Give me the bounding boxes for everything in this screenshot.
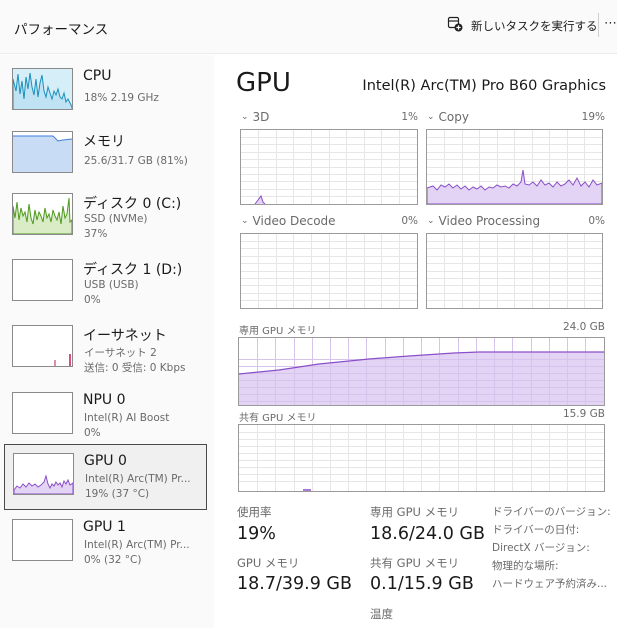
dedicated-memory-stat-value: 18.6/24.0 GB	[370, 524, 485, 544]
sidebar: CPU 18% 2.19 GHz メモリ 25.6/31.7 GB (81%) …	[0, 55, 214, 628]
sidebar-item-npu-0[interactable]: NPU 0 Intel(R) AI Boost 0%	[4, 384, 207, 450]
physical-location-label: 物理的な場所:	[492, 560, 559, 572]
new-task-icon	[447, 16, 463, 36]
sidebar-item-disk-1[interactable]: ディスク 1 (D:) USB (USB) 0%	[4, 251, 207, 317]
sidebar-item-detail: 0%	[84, 427, 101, 439]
new-task-label: 新しいタスクを実行する	[471, 19, 598, 33]
shared-memory-max: 15.9 GB	[562, 408, 605, 420]
header-bar: パフォーマンス 新しいタスクを実行する ⋯	[0, 0, 617, 54]
sidebar-item-title: GPU 0	[84, 453, 127, 469]
disk-0-thumbnail-graph	[12, 193, 73, 235]
engine-graph-video-processing	[426, 233, 603, 309]
chevron-down-icon: ⌄	[241, 112, 249, 122]
dedicated-memory-max: 24.0 GB	[562, 321, 605, 333]
engine-percent: 0%	[588, 215, 605, 227]
sidebar-item-title: GPU 1	[83, 519, 126, 535]
sidebar-item-memory[interactable]: メモリ 25.6/31.7 GB (81%)	[4, 123, 207, 189]
sidebar-item-title: イーサネット	[83, 328, 167, 344]
shared-memory-label: 共有 GPU メモリ	[239, 413, 317, 424]
directx-version-label: DirectX バージョン:	[492, 542, 590, 554]
shared-memory-stat-label: 共有 GPU メモリ	[370, 556, 460, 570]
engine-percent: 0%	[401, 215, 418, 227]
engine-selector-video-decode[interactable]: ⌄ Video Decode	[241, 214, 336, 228]
chevron-down-icon: ⌄	[241, 216, 249, 226]
sidebar-item-subtitle: Intel(R) Arc(TM) Pr...	[84, 539, 190, 551]
ethernet-thumbnail-graph	[12, 325, 73, 367]
memory-sparkline	[13, 135, 72, 172]
engine-graph-video-decode	[240, 233, 418, 309]
more-options-button[interactable]: ⋯	[598, 13, 617, 37]
gpu-model-name: Intel(R) Arc(TM) Pro B60 Graphics	[362, 78, 606, 94]
engine-3d-plot	[241, 130, 417, 204]
engine-label: 3D	[252, 110, 270, 124]
page-title: パフォーマンス	[14, 22, 109, 38]
sidebar-item-title: ディスク 1 (D:)	[83, 262, 183, 278]
chevron-down-icon: ⌄	[427, 112, 435, 122]
cpu-thumbnail-graph	[12, 68, 73, 110]
driver-version-label: ドライバーのバージョン:	[492, 506, 611, 518]
new-task-button[interactable]: 新しいタスクを実行する	[447, 14, 598, 38]
engine-label: Video Processing	[438, 214, 541, 228]
sidebar-item-ethernet[interactable]: イーサネット イーサネット 2 送信: 0 受信: 0 Kbps	[4, 317, 207, 383]
engine-video-decode-plot	[241, 234, 417, 308]
memory-thumbnail-graph	[12, 131, 73, 173]
engine-label: Copy	[438, 110, 469, 124]
shared-memory-plot	[239, 425, 604, 491]
sidebar-item-detail: 0% (32 °C)	[84, 554, 142, 566]
sidebar-item-detail: 送信: 0 受信: 0 Kbps	[84, 362, 186, 374]
engine-selector-video-processing[interactable]: ⌄ Video Processing	[427, 214, 540, 228]
sidebar-item-detail: 37%	[84, 228, 108, 240]
engine-label: Video Decode	[252, 214, 336, 228]
shared-memory-stat-value: 0.1/15.9 GB	[370, 574, 474, 594]
sidebar-item-subtitle: 25.6/31.7 GB (81%)	[84, 155, 188, 167]
dedicated-memory-label: 専用 GPU メモリ	[239, 326, 317, 337]
driver-date-label: ドライバーの日付:	[492, 524, 580, 536]
engine-video-processing-plot	[427, 234, 602, 308]
sidebar-item-subtitle: SSD (NVMe)	[84, 213, 148, 225]
sidebar-item-subtitle: Intel(R) AI Boost	[84, 412, 170, 424]
hardware-reserved-label: ハードウェア予約済み...	[492, 578, 608, 590]
gpu-0-thumbnail-graph	[13, 453, 74, 495]
sidebar-item-disk-0[interactable]: ディスク 0 (C:) SSD (NVMe) 37%	[4, 185, 207, 251]
utilization-label: 使用率	[237, 505, 272, 519]
disk-1-thumbnail-graph	[12, 259, 73, 301]
shared-memory-graph	[238, 424, 605, 492]
sidebar-item-subtitle: イーサネット 2	[84, 347, 157, 359]
dedicated-memory-stat-label: 専用 GPU メモリ	[370, 505, 460, 519]
gpu-heading: GPU	[236, 68, 291, 98]
disk-0-sparkline	[13, 197, 72, 234]
sidebar-item-cpu[interactable]: CPU 18% 2.19 GHz	[4, 60, 207, 126]
utilization-value: 19%	[237, 524, 276, 544]
sidebar-item-subtitle: USB (USB)	[84, 279, 139, 291]
engine-percent: 1%	[401, 111, 418, 123]
engine-copy-plot	[427, 130, 602, 204]
gpu-0-sparkline	[14, 474, 73, 494]
engine-selector-copy[interactable]: ⌄ Copy	[427, 110, 469, 124]
npu-0-thumbnail-graph	[12, 392, 73, 434]
gpu-memory-label: GPU メモリ	[237, 556, 300, 570]
sidebar-item-title: ディスク 0 (C:)	[83, 196, 182, 212]
sidebar-item-detail: 19% (37 °C)	[85, 488, 150, 500]
engine-graph-3d	[240, 129, 418, 205]
sidebar-item-subtitle: 18% 2.19 GHz	[84, 92, 159, 104]
dedicated-memory-graph	[238, 337, 605, 406]
chevron-down-icon: ⌄	[427, 216, 435, 226]
sidebar-item-title: CPU	[83, 68, 112, 84]
cpu-sparkline	[13, 69, 72, 109]
temperature-label: 温度	[370, 607, 393, 621]
gpu-memory-value: 18.7/39.9 GB	[237, 574, 352, 594]
engine-graph-copy	[426, 129, 603, 205]
sidebar-item-gpu-0[interactable]: GPU 0 Intel(R) Arc(TM) Pr... 19% (37 °C)	[4, 444, 207, 510]
sidebar-item-detail: 0%	[84, 294, 101, 306]
dedicated-memory-plot	[239, 338, 604, 405]
sidebar-item-title: メモリ	[83, 134, 125, 150]
engine-percent: 19%	[581, 111, 605, 123]
gpu-1-thumbnail-graph	[12, 519, 73, 561]
sidebar-item-gpu-1[interactable]: GPU 1 Intel(R) Arc(TM) Pr... 0% (32 °C)	[4, 511, 207, 577]
sidebar-item-title: NPU 0	[83, 392, 126, 408]
engine-selector-3d[interactable]: ⌄ 3D	[241, 110, 269, 124]
sidebar-item-subtitle: Intel(R) Arc(TM) Pr...	[85, 473, 191, 485]
ethernet-sparkline	[54, 354, 71, 366]
